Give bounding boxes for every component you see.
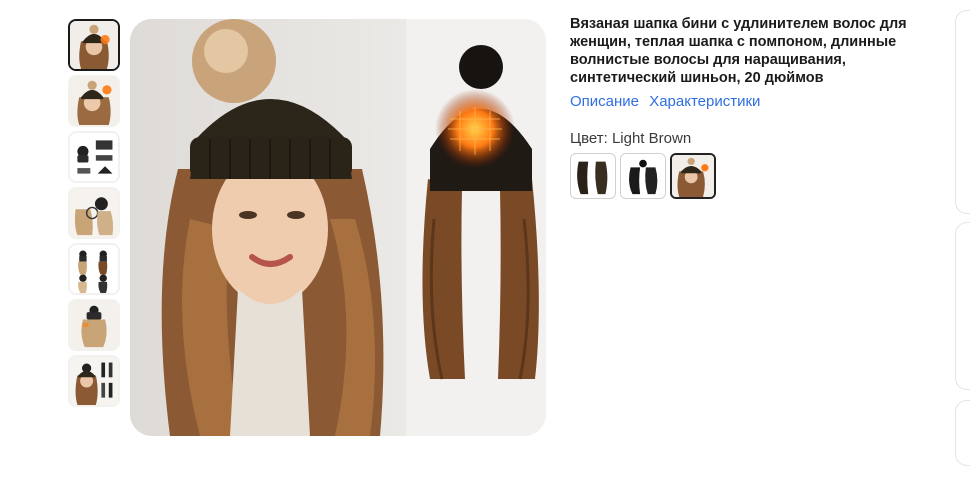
thumbnail-1-image (70, 21, 118, 69)
thumbnail-3[interactable] (68, 131, 120, 183)
description-link[interactable]: Описание (570, 93, 639, 110)
side-panel-card-2 (955, 222, 970, 390)
characteristics-link[interactable]: Характеристики (649, 93, 760, 110)
thumbnail-7-image (70, 357, 118, 405)
product-title: Вязаная шапка бини с удлинителем волос д… (570, 16, 907, 86)
color-swatch-3-selected[interactable] (670, 153, 716, 199)
swatch-2-image (621, 154, 665, 198)
swatch-3-image (672, 155, 714, 197)
color-swatch-2[interactable] (620, 153, 666, 199)
color-swatches (570, 153, 930, 199)
side-panel-card-1 (955, 10, 970, 214)
thumbnail-7[interactable] (68, 355, 120, 407)
thumbnail-5-image (70, 245, 118, 293)
main-product-image[interactable] (130, 19, 546, 436)
side-panel-card-3 (955, 400, 970, 466)
product-info: Вязаная шапка бини с удлинителем волос д… (570, 15, 930, 199)
info-links: Описание Характеристики (570, 92, 930, 112)
thumbnail-2-image (70, 77, 118, 125)
product-photo (130, 19, 546, 436)
color-swatch-1[interactable] (570, 153, 616, 199)
thumbnail-strip (66, 19, 122, 411)
swatch-1-image (571, 154, 615, 198)
thumbnail-3-image (70, 133, 118, 181)
thumbnail-4-image (70, 189, 118, 237)
color-label: Цвет: Light Brown (570, 130, 692, 147)
thumbnail-6[interactable] (68, 299, 120, 351)
thumbnail-5[interactable] (68, 243, 120, 295)
thumbnail-2[interactable] (68, 75, 120, 127)
thumbnail-6-image (70, 301, 118, 349)
thumbnail-1[interactable] (68, 19, 120, 71)
thumbnail-4[interactable] (68, 187, 120, 239)
